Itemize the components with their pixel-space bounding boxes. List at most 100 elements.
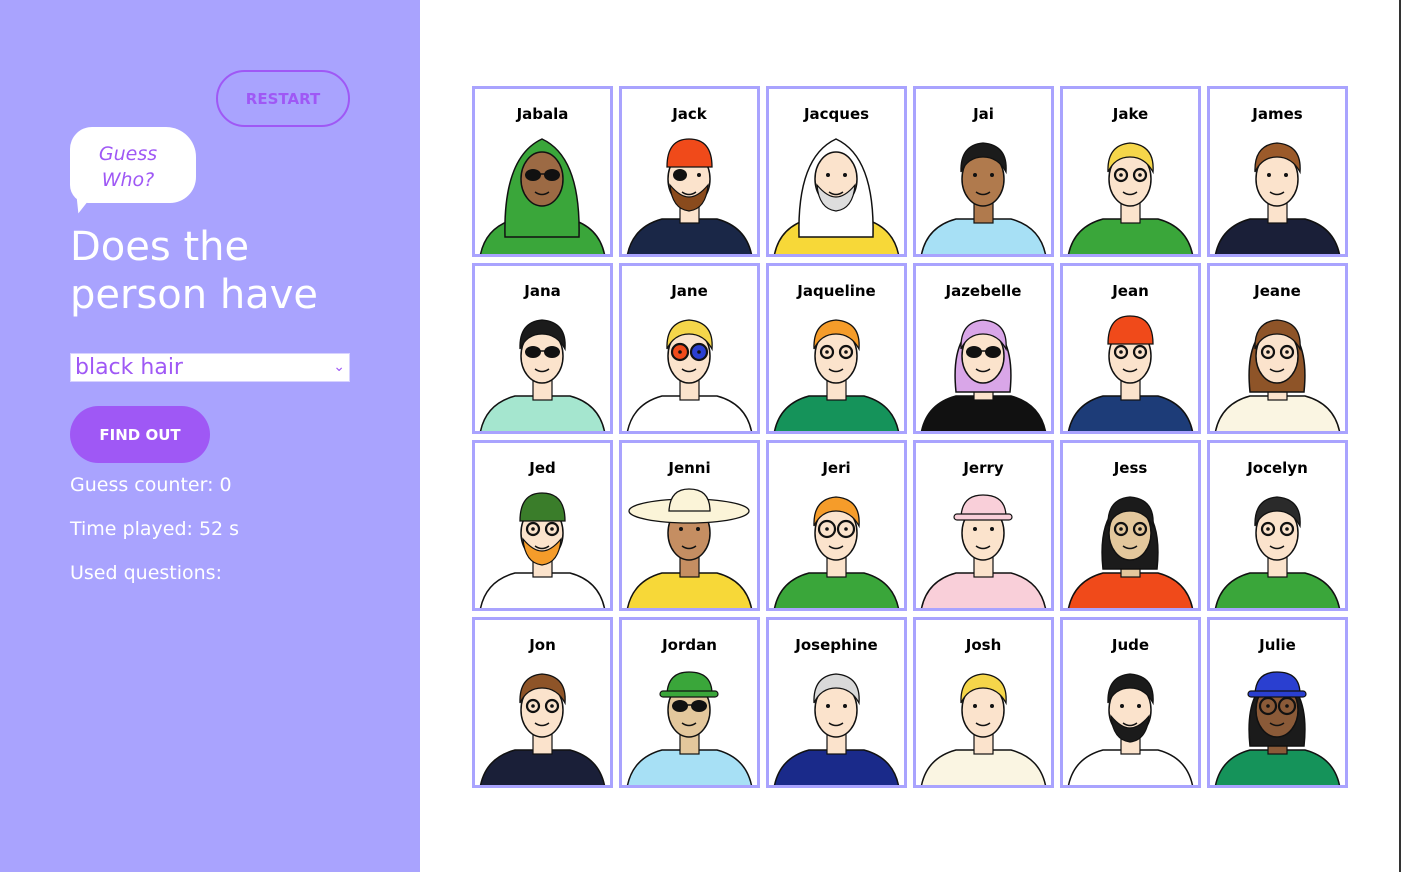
character-card[interactable]: Jon — [472, 617, 613, 788]
character-name: Jai — [973, 105, 994, 123]
character-card[interactable]: Julie — [1207, 617, 1348, 788]
portrait-clothing — [920, 218, 1047, 254]
character-name: Jean — [1112, 282, 1149, 300]
character-portrait — [1214, 496, 1341, 608]
character-card[interactable]: Jazebelle — [913, 263, 1054, 434]
character-portrait — [626, 319, 753, 431]
portrait-clothing — [1067, 395, 1194, 431]
character-portrait — [479, 138, 606, 254]
character-name: Jaqueline — [797, 282, 876, 300]
question-select-value: black hair — [75, 355, 183, 380]
portrait-clothing — [626, 218, 753, 254]
portrait-clothing — [626, 395, 753, 431]
character-card[interactable]: Jordan — [619, 617, 760, 788]
guess-counter: Guess counter: 0 — [70, 474, 232, 496]
character-name: Jerry — [963, 459, 1004, 477]
character-portrait — [920, 673, 1047, 785]
portrait-clothing — [773, 572, 900, 608]
character-name: Julie — [1259, 636, 1296, 654]
character-portrait — [773, 319, 900, 431]
portrait-clothing — [773, 395, 900, 431]
character-portrait — [1067, 496, 1194, 608]
question-heading: Does the person have — [70, 223, 410, 319]
character-card[interactable]: Josephine — [766, 617, 907, 788]
character-portrait — [1067, 142, 1194, 254]
character-name: Jude — [1111, 636, 1150, 654]
sidebar: RESTART Guess Who? Does the person have … — [0, 0, 420, 872]
character-portrait — [626, 488, 753, 608]
character-portrait — [1067, 673, 1194, 785]
character-card[interactable]: Jess — [1060, 440, 1201, 611]
character-card[interactable]: Jenni — [619, 440, 760, 611]
character-name: Jazebelle — [945, 282, 1022, 300]
time-played: Time played: 52 s — [70, 518, 240, 540]
character-portrait — [1214, 319, 1341, 431]
character-portrait — [626, 671, 753, 785]
heading-line-2: person have — [70, 272, 318, 318]
character-card[interactable]: Jacques — [766, 86, 907, 257]
character-board: Jabala Jack Jacques Jai Jake James Jana Jane Jaq… — [472, 86, 1348, 788]
character-card[interactable]: Jude — [1060, 617, 1201, 788]
question-select[interactable]: black hair ⌄ — [70, 353, 350, 382]
character-card[interactable]: Jabala — [472, 86, 613, 257]
character-portrait — [920, 142, 1047, 254]
character-card[interactable]: Jocelyn — [1207, 440, 1348, 611]
chevron-down-icon: ⌄ — [333, 359, 345, 375]
used-questions-label: Used questions: — [70, 562, 222, 584]
character-portrait — [773, 138, 900, 254]
character-card[interactable]: Jana — [472, 263, 613, 434]
character-name: Jordan — [662, 636, 717, 654]
character-name: Jack — [672, 105, 707, 123]
character-name: Josh — [965, 636, 1002, 654]
character-name: Jana — [524, 282, 561, 300]
portrait-clothing — [773, 749, 900, 785]
character-name: Jabala — [516, 105, 569, 123]
character-name: Jacques — [803, 105, 870, 123]
portrait-clothing — [920, 749, 1047, 785]
character-name: Jane — [671, 282, 708, 300]
character-name: Josephine — [795, 636, 878, 654]
portrait-clothing — [479, 395, 606, 431]
portrait-clothing — [626, 749, 753, 785]
find-out-button[interactable]: FIND OUT — [70, 406, 210, 463]
character-card[interactable]: Josh — [913, 617, 1054, 788]
character-card[interactable]: Jack — [619, 86, 760, 257]
character-name: Jed — [529, 459, 556, 477]
character-card[interactable]: Jed — [472, 440, 613, 611]
portrait-clothing — [1214, 395, 1341, 431]
logo-text: Guess Who? — [70, 141, 186, 193]
logo-line-1: Guess — [98, 143, 158, 165]
character-card[interactable]: Jaqueline — [766, 263, 907, 434]
character-card[interactable]: Jeri — [766, 440, 907, 611]
character-card[interactable]: Jean — [1060, 263, 1201, 434]
character-portrait — [920, 319, 1047, 431]
character-portrait — [479, 673, 606, 785]
character-portrait — [773, 673, 900, 785]
character-card[interactable]: Jerry — [913, 440, 1054, 611]
portrait-clothing — [1214, 218, 1341, 254]
portrait-clothing — [1214, 749, 1341, 785]
restart-button[interactable]: RESTART — [216, 70, 350, 127]
character-card[interactable]: Jake — [1060, 86, 1201, 257]
portrait-clothing — [920, 572, 1047, 608]
character-name: Jake — [1112, 105, 1149, 123]
character-portrait — [626, 138, 753, 254]
character-card[interactable]: Jeane — [1207, 263, 1348, 434]
portrait-clothing — [479, 572, 606, 608]
character-portrait — [1067, 315, 1194, 431]
character-portrait — [1214, 142, 1341, 254]
character-portrait — [773, 496, 900, 608]
portrait-clothing — [626, 572, 753, 608]
character-card[interactable]: Jane — [619, 263, 760, 434]
portrait-clothing — [1067, 572, 1194, 608]
portrait-clothing — [1214, 572, 1341, 608]
character-portrait — [479, 492, 606, 608]
character-name: Jeane — [1254, 282, 1301, 300]
character-card[interactable]: Jai — [913, 86, 1054, 257]
character-name: Jenni — [668, 459, 711, 477]
character-card[interactable]: James — [1207, 86, 1348, 257]
character-name: Jess — [1113, 459, 1148, 477]
character-name: Jocelyn — [1247, 459, 1308, 477]
logo-line-2: Who? — [101, 169, 155, 191]
portrait-clothing — [479, 749, 606, 785]
